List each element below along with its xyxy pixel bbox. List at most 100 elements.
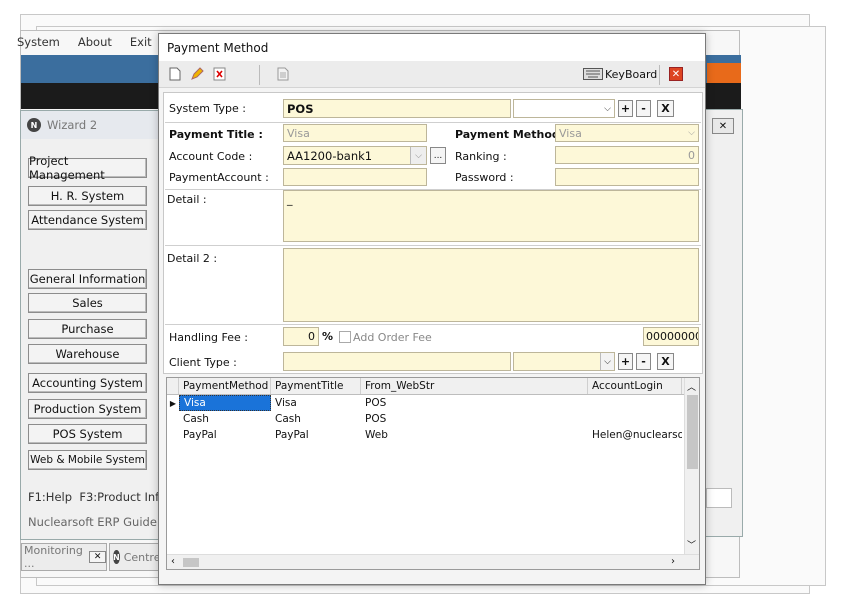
scroll-right-icon[interactable]: › — [671, 556, 675, 567]
keyboard-label[interactable]: KeyBoard — [605, 68, 657, 81]
grid-col-paymenttitle[interactable]: PaymentTitle — [271, 378, 361, 394]
grid-cell[interactable]: PayPal — [271, 427, 361, 443]
table-row[interactable]: PayPal PayPal Web Helen@nuclearsoft.n — [167, 427, 699, 443]
scroll-left-icon[interactable]: ‹ — [171, 556, 175, 567]
detail2-textarea[interactable] — [283, 248, 699, 322]
system-type-dropdown[interactable]: ⌵ — [513, 99, 615, 118]
wizard-window: N Wizard 2 Project Management H. R. Syst… — [20, 110, 166, 540]
account-code-lookup-button[interactable]: ... — [430, 147, 446, 164]
scrollbar-thumb[interactable] — [687, 395, 698, 469]
grid-cell[interactable]: POS — [361, 411, 588, 427]
wizard-btn-sales[interactable]: Sales — [28, 293, 147, 313]
client-type-clear-button[interactable]: X — [657, 353, 674, 370]
grid-cell[interactable]: POS — [361, 395, 588, 411]
payment-title-label: Payment Title : — [169, 128, 263, 141]
system-type-label: System Type : — [169, 102, 246, 115]
grid-cell[interactable]: Helen@nuclearsoft.n — [588, 427, 682, 443]
delete-icon[interactable] — [211, 66, 227, 82]
system-type-clear-button[interactable]: X — [657, 100, 674, 117]
status-f1-help: F1:Help F3:Product Info — [28, 490, 167, 504]
grid-cell[interactable]: Cash — [179, 411, 271, 427]
scroll-up-icon[interactable]: ︿ — [687, 380, 696, 393]
grid-horizontal-scrollbar[interactable]: ‹ › — [167, 554, 699, 569]
scroll-down-icon[interactable]: ﹀ — [687, 538, 696, 551]
wizard-btn-production-system[interactable]: Production System — [28, 399, 147, 419]
chevron-down-icon[interactable]: ⌵ — [410, 147, 426, 164]
new-document-icon[interactable] — [167, 66, 183, 82]
menu-about[interactable]: About — [78, 35, 112, 51]
chevron-down-icon[interactable]: ⌵ — [600, 353, 614, 370]
tab-close-icon[interactable]: ✕ — [88, 551, 107, 563]
menu-exit[interactable]: Exit — [130, 35, 152, 51]
handling-fee-field[interactable]: 0 — [283, 327, 319, 346]
table-row[interactable]: ▶ Visa Visa POS — [167, 395, 699, 411]
side-panel-field — [706, 488, 732, 508]
menu-system[interactable]: System — [17, 35, 60, 51]
close-dialog-icon[interactable]: ✕ — [669, 67, 683, 81]
client-type-add-button[interactable]: + — [618, 353, 633, 370]
grid-col-paymentmethod[interactable]: PaymentMethod — [179, 378, 271, 394]
system-type-remove-button[interactable]: - — [636, 100, 651, 117]
side-panel-window: ✕ — [705, 109, 743, 537]
report-icon[interactable] — [275, 66, 291, 82]
scrollbar-thumb-horizontal[interactable] — [183, 558, 199, 567]
wizard-btn-project-management[interactable]: Project Management — [28, 154, 147, 182]
header-accent — [707, 63, 741, 83]
client-type-label: Client Type : — [169, 356, 237, 369]
wizard-btn-pos-system[interactable]: POS System — [28, 424, 147, 444]
payment-title-field[interactable]: Visa — [283, 124, 427, 142]
ranking-label: Ranking : — [455, 150, 507, 163]
grid-cell[interactable]: Visa — [271, 395, 361, 411]
main-menubar: System About Exit — [17, 35, 152, 51]
grid-col-accountlogin[interactable]: AccountLogin — [588, 378, 682, 394]
wizard-btn-warehouse[interactable]: Warehouse — [28, 344, 147, 364]
side-panel-close-icon[interactable]: ✕ — [712, 118, 734, 134]
row-selector — [167, 427, 179, 443]
client-type-dropdown[interactable]: ⌵ — [513, 352, 615, 371]
order-fee-code-field[interactable]: 000000000 — [643, 327, 699, 346]
account-code-label: Account Code : — [169, 150, 253, 163]
chevron-down-icon[interactable]: ⌵ — [604, 104, 611, 114]
app-logo-icon: N — [113, 550, 120, 564]
grid-cell[interactable]: PayPal — [179, 427, 271, 443]
edit-pencil-icon[interactable] — [189, 66, 205, 82]
erp-guide-link[interactable]: Nuclearsoft ERP Guide — [28, 515, 157, 529]
percent-icon: % — [322, 330, 334, 343]
ranking-field[interactable]: 0 — [555, 146, 699, 164]
wizard-btn-web-mobile-system[interactable]: Web & Mobile System — [28, 450, 147, 470]
password-label: Password : — [455, 171, 514, 184]
add-order-fee-label: Add Order Fee — [353, 331, 432, 344]
payment-method-label: Payment Method : — [455, 128, 569, 141]
account-code-field[interactable]: AA1200-bank1 ⌵ — [283, 146, 427, 165]
bottom-tab-monitoring[interactable]: Monitoring ... ✕ — [21, 543, 107, 571]
password-field[interactable] — [555, 168, 699, 186]
grid-col-fromwebstr[interactable]: From_WebStr — [361, 378, 588, 394]
client-type-remove-button[interactable]: - — [636, 353, 651, 370]
wizard-title: Wizard 2 — [47, 118, 98, 132]
wizard-btn-hr-system[interactable]: H. R. System — [28, 186, 147, 206]
grid-cell[interactable] — [588, 411, 682, 427]
payment-account-field[interactable] — [283, 168, 427, 186]
add-order-fee-checkbox[interactable] — [339, 331, 351, 343]
payment-method-field[interactable]: Visa ⌵ — [555, 124, 699, 142]
handling-fee-label: Handling Fee : — [169, 331, 248, 344]
table-row[interactable]: Cash Cash POS — [167, 411, 699, 427]
row-selector — [167, 411, 179, 427]
wizard-btn-attendance-system[interactable]: Attendance System — [28, 210, 147, 230]
system-type-add-button[interactable]: + — [618, 100, 633, 117]
wizard-btn-accounting-system[interactable]: Accounting System — [28, 373, 147, 393]
grid-cell[interactable]: Visa — [179, 395, 271, 411]
system-type-field[interactable]: POS — [283, 99, 511, 118]
client-type-field[interactable] — [283, 352, 511, 371]
wizard-titlebar: N Wizard 2 — [21, 111, 161, 139]
detail-textarea[interactable]: _ — [283, 190, 699, 242]
wizard-btn-purchase[interactable]: Purchase — [28, 319, 147, 339]
bottom-tab-centre[interactable]: N Centre — [109, 543, 161, 571]
wizard-btn-general-information[interactable]: General Information — [28, 269, 147, 289]
chevron-down-icon[interactable]: ⌵ — [688, 128, 695, 138]
grid-cell[interactable] — [588, 395, 682, 411]
grid-cell[interactable]: Web — [361, 427, 588, 443]
grid-vertical-scrollbar[interactable]: ︿ ﹀ — [684, 378, 699, 554]
keyboard-icon[interactable] — [583, 66, 603, 82]
grid-cell[interactable]: Cash — [271, 411, 361, 427]
